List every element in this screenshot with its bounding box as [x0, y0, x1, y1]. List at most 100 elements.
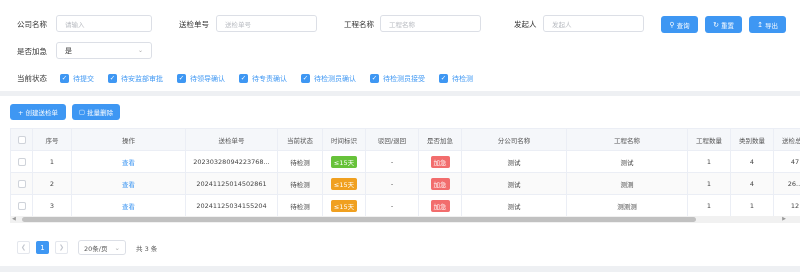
data-table: 序号 操作 送检单号 当前状态 时间标识 驳回/退回 是否加急 分公司名称 工程…	[10, 128, 800, 216]
row-checkbox[interactable]	[17, 157, 26, 166]
trash-icon: ▢	[78, 108, 86, 116]
row-inspection-no: 20230328094223768...	[186, 151, 278, 172]
project-input[interactable]: 工程名称	[380, 15, 481, 32]
urgent-badge: 加急	[430, 199, 450, 212]
scrollbar-thumb[interactable]	[22, 217, 696, 222]
scroll-left-icon[interactable]: ◀	[12, 216, 16, 223]
row-reject: -	[366, 195, 419, 216]
status-option-label: 待提交	[73, 74, 94, 83]
status-option-label: 待专责确认	[252, 74, 287, 83]
checkbox-checked-icon[interactable]: ✓	[60, 74, 69, 83]
total-count: 共 3 条	[136, 244, 158, 253]
status-option[interactable]: ✓ 待提交	[60, 74, 94, 84]
checkbox-checked-icon[interactable]: ✓	[108, 74, 117, 83]
header-time-tag: 时间标识	[323, 129, 366, 150]
row-project-qty: 1	[688, 151, 731, 172]
next-page-button[interactable]: ❯	[55, 241, 68, 254]
row-time-tag-cell: ≤15天	[323, 195, 366, 216]
checkbox-checked-icon[interactable]: ✓	[439, 74, 448, 83]
row-time-tag-cell: ≤15天	[323, 173, 366, 194]
refresh-icon: ↻	[713, 21, 719, 29]
view-link[interactable]: 查看	[72, 173, 186, 194]
status-option[interactable]: ✓ 待检测员接受	[370, 74, 425, 84]
row-project: 测试	[567, 151, 688, 172]
header-urgent: 是否加急	[419, 129, 462, 150]
select-all-cell[interactable]	[11, 129, 33, 150]
row-select-cell[interactable]	[11, 151, 33, 172]
row-checkbox[interactable]	[17, 179, 26, 188]
reset-button-label: 重置	[720, 22, 734, 30]
view-link[interactable]: 查看	[72, 151, 186, 172]
urgent-badge: 加急	[430, 177, 450, 190]
row-project: 测测	[567, 173, 688, 194]
row-select-cell[interactable]	[11, 173, 33, 194]
search-icon: ⚲	[669, 21, 675, 29]
create-inspection-button[interactable]: + 创建送检单	[10, 104, 66, 120]
row-status: 待检测	[278, 195, 323, 216]
chevron-down-icon: ⌄	[137, 47, 143, 54]
row-status: 待检测	[278, 151, 323, 172]
status-option[interactable]: ✓ 待检测	[439, 74, 473, 84]
scroll-right-icon[interactable]: ▶	[782, 216, 786, 223]
row-branch: 测试	[462, 173, 567, 194]
checkbox-checked-icon[interactable]: ✓	[239, 74, 248, 83]
row-category-qty: 1	[731, 195, 774, 216]
batch-delete-button[interactable]: ▢ 批量删除	[72, 104, 120, 120]
header-category-qty: 类别数量	[731, 129, 774, 150]
horizontal-scrollbar[interactable]: ◀ ▶	[10, 216, 800, 223]
status-option[interactable]: ✓ 待安监部审批	[108, 74, 163, 84]
initiator-input[interactable]: 发起人	[543, 15, 644, 32]
status-option-label: 待检测	[452, 74, 473, 83]
export-button-label: 导出	[764, 22, 778, 30]
row-index: 1	[33, 151, 72, 172]
company-label: 公司名称	[17, 20, 47, 29]
inspection-no-input[interactable]: 送检单号	[216, 15, 317, 32]
export-button[interactable]: ↥ 导出	[749, 16, 786, 33]
table-row: 1 查看 20230328094223768... 待检测 ≤15天 - 加急 …	[11, 151, 800, 173]
header-action: 操作	[72, 129, 186, 150]
query-button[interactable]: ⚲ 查询	[661, 16, 698, 33]
row-urgent-cell: 加急	[419, 151, 462, 172]
header-reject: 驳回/退回	[366, 129, 419, 150]
chevron-down-icon: ⌄	[114, 243, 120, 252]
row-project-qty: 1	[688, 173, 731, 194]
page-number-button[interactable]: 1	[36, 241, 49, 254]
row-urgent-cell: 加急	[419, 195, 462, 216]
row-select-cell[interactable]	[11, 195, 33, 216]
row-reject: -	[366, 151, 419, 172]
status-option[interactable]: ✓ 待专责确认	[239, 74, 287, 84]
row-urgent-cell: 加急	[419, 173, 462, 194]
row-project-qty: 1	[688, 195, 731, 216]
checkbox-checked-icon[interactable]: ✓	[301, 74, 310, 83]
header-status: 当前状态	[278, 129, 323, 150]
header-inspection-no: 送检单号	[186, 129, 278, 150]
row-category-qty: 4	[731, 173, 774, 194]
view-link[interactable]: 查看	[72, 195, 186, 216]
header-project: 工程名称	[567, 129, 688, 150]
initiator-label: 发起人	[514, 20, 537, 29]
chevron-right-icon: ❯	[58, 244, 65, 251]
status-option[interactable]: ✓ 待领导确认	[177, 74, 225, 84]
query-button-label: 查询	[676, 22, 690, 30]
select-all-checkbox[interactable]	[17, 135, 26, 144]
status-option[interactable]: ✓ 待检测员确认	[301, 74, 356, 84]
filter-panel: 公司名称 请输入 送检单号 送检单号 工程名称 工程名称 发起人 发起人 ⚲ 查询…	[0, 0, 800, 91]
pagination: ❮ 1 ❯ 20条/页 ⌄ 共 3 条	[17, 240, 157, 255]
checkbox-checked-icon[interactable]: ✓	[177, 74, 186, 83]
row-total: 26...	[774, 173, 800, 194]
reset-button[interactable]: ↻ 重置	[705, 16, 742, 33]
export-icon: ↥	[757, 21, 763, 29]
company-input[interactable]: 请输入	[56, 15, 152, 32]
checkbox-checked-icon[interactable]: ✓	[370, 74, 379, 83]
row-checkbox[interactable]	[17, 201, 26, 210]
status-option-label: 待检测员接受	[383, 74, 425, 83]
urgent-select[interactable]: 是 ⌄	[56, 42, 152, 59]
row-index: 2	[33, 173, 72, 194]
row-reject: -	[366, 173, 419, 194]
table-panel: + 创建送检单 ▢ 批量删除 序号 操作 送检单号 当前状态 时间标识 驳回/退回…	[0, 96, 800, 266]
prev-page-button[interactable]: ❮	[17, 241, 30, 254]
row-total: 12	[774, 195, 800, 216]
table-header-row: 序号 操作 送检单号 当前状态 时间标识 驳回/退回 是否加急 分公司名称 工程…	[11, 129, 800, 151]
page-size-value: 20条/页	[84, 244, 108, 253]
page-size-select[interactable]: 20条/页 ⌄	[78, 240, 126, 255]
